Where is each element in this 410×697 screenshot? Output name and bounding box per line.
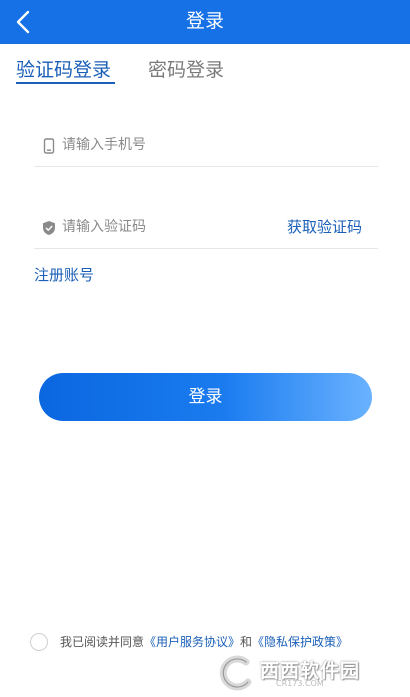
get-code-button[interactable]: 获取验证码: [287, 216, 362, 238]
active-tab-indicator: [16, 82, 115, 84]
login-button[interactable]: 登录: [39, 373, 372, 421]
agreement-checkbox[interactable]: [30, 633, 48, 651]
tab-password-login[interactable]: 密码登录: [148, 55, 224, 85]
header-bar: 登录: [0, 0, 410, 44]
watermark-logo-icon: [216, 654, 258, 692]
phone-input[interactable]: [62, 132, 292, 158]
tab-sms-login[interactable]: 验证码登录: [16, 55, 111, 85]
register-link[interactable]: 注册账号: [34, 264, 94, 286]
agreement-prefix: 我已阅读并同意: [60, 635, 145, 649]
code-input[interactable]: [62, 214, 292, 240]
phone-field: [34, 126, 378, 167]
watermark-url: CR173.COM: [276, 679, 324, 688]
agreement-row: 我已阅读并同意《用户服务协议》和《隐私保护政策》: [30, 632, 390, 654]
privacy-policy-link[interactable]: 《隐私保护政策》: [252, 635, 348, 649]
watermark: 西西软件园 CR173.COM: [216, 654, 406, 692]
page-title: 登录: [185, 10, 224, 32]
shield-icon: [42, 220, 56, 236]
code-field: 获取验证码: [34, 208, 378, 249]
phone-icon: [42, 138, 56, 154]
user-agreement-link[interactable]: 《用户服务协议》: [144, 635, 240, 649]
agreement-text: 我已阅读并同意《用户服务协议》和《隐私保护政策》: [60, 632, 348, 652]
agreement-and: 和: [240, 635, 253, 649]
